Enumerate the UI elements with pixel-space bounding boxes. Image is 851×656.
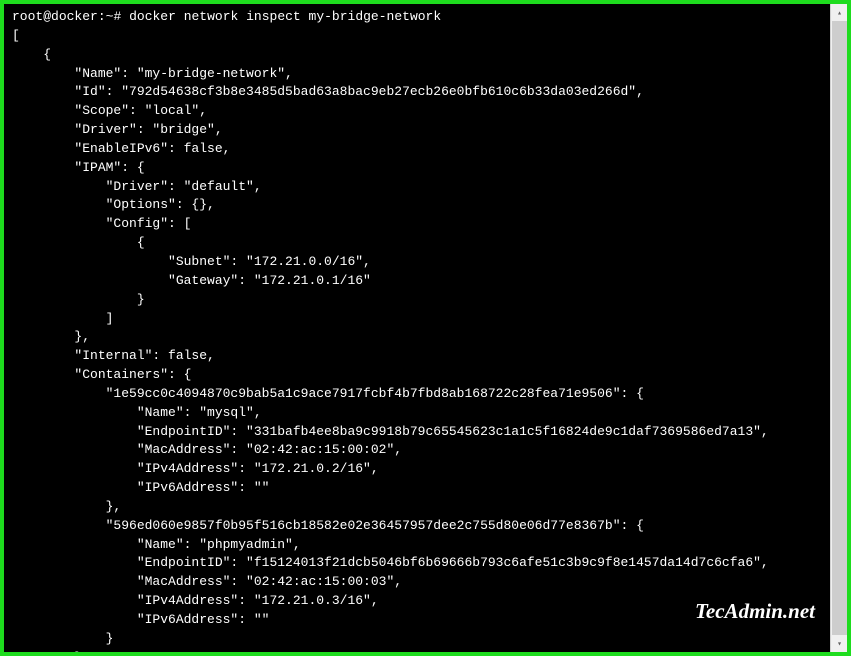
scroll-down-arrow-icon[interactable]: ▾ xyxy=(831,635,847,652)
command-text: docker network inspect my-bridge-network xyxy=(129,9,441,24)
scroll-up-arrow-icon[interactable]: ▴ xyxy=(831,4,847,21)
scrollbar[interactable]: ▴ ▾ xyxy=(830,4,847,652)
scrollbar-track[interactable] xyxy=(831,21,847,635)
terminal-window: root@docker:~# docker network inspect my… xyxy=(4,4,847,652)
json-output: [ { "Name": "my-bridge-network", "Id": "… xyxy=(12,28,769,652)
prompt-host: docker xyxy=(51,9,98,24)
prompt-colon: : xyxy=(98,9,106,24)
scrollbar-thumb[interactable] xyxy=(832,21,847,635)
prompt-user: root xyxy=(12,9,43,24)
prompt-symbol: # xyxy=(113,9,121,24)
prompt-at: @ xyxy=(43,9,51,24)
terminal-output[interactable]: root@docker:~# docker network inspect my… xyxy=(4,4,847,652)
